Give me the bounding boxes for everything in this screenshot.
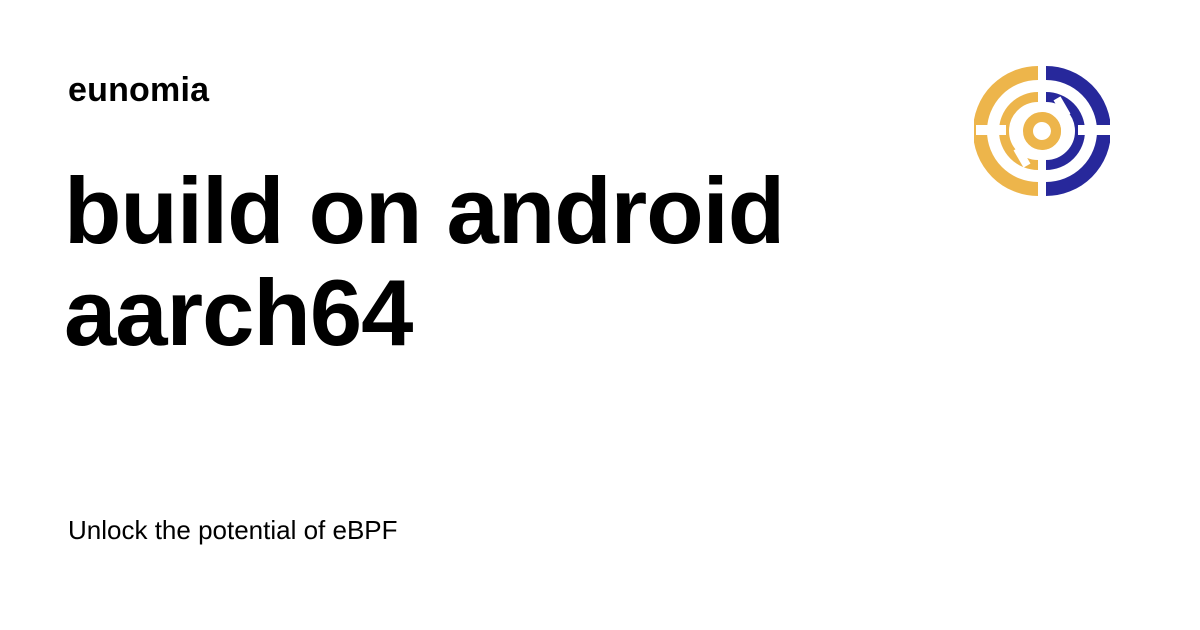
site-tagline: Unlock the potential of eBPF: [68, 515, 398, 545]
logo-gap-right: [1078, 125, 1110, 135]
logo-graphic: [973, 66, 1111, 196]
logo-gap-left: [976, 125, 1006, 135]
logo-center-ring-navy: [1041, 112, 1061, 150]
page-title: build on android aarch64: [64, 158, 785, 365]
eunomia-logo-icon: [973, 63, 1111, 199]
site-name: eunomia: [68, 71, 210, 109]
